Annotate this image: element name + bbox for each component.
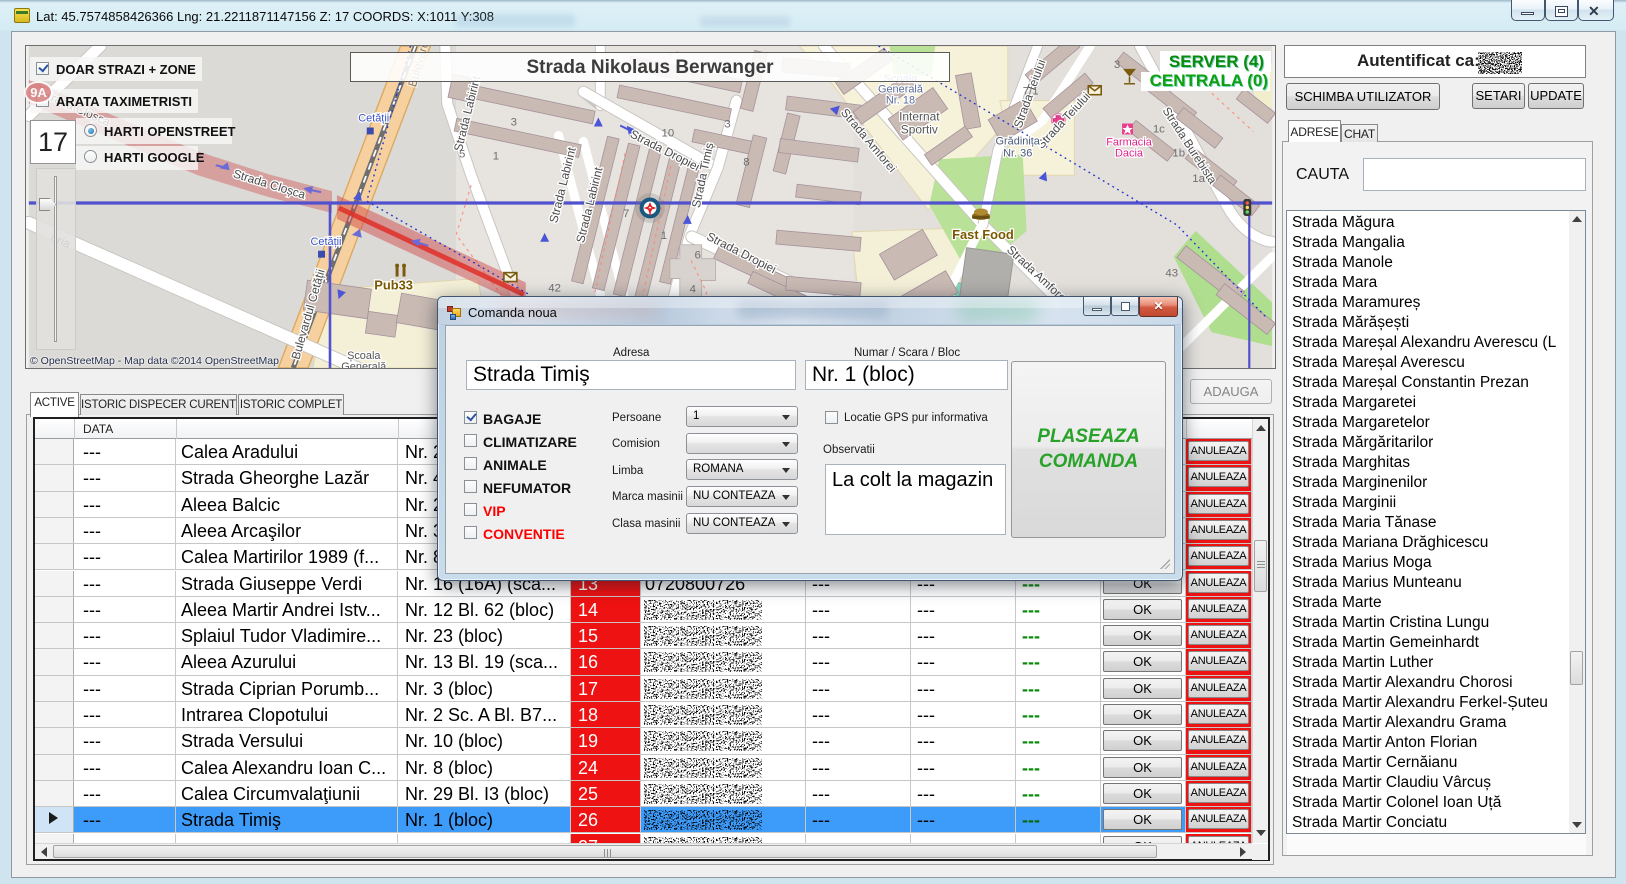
svg-text:7: 7 (623, 208, 629, 220)
svg-text:8: 8 (743, 156, 749, 168)
svg-text:Pub33: Pub33 (374, 277, 413, 292)
svg-text:7/1: 7/1 (1023, 86, 1039, 98)
svg-text:1: 1 (661, 230, 667, 242)
svg-text:4: 4 (690, 283, 697, 295)
svg-text:6: 6 (695, 250, 701, 262)
svg-text:3: 3 (724, 118, 730, 130)
svg-text:Cetății: Cetății (311, 236, 342, 248)
svg-text:3: 3 (1114, 59, 1120, 71)
svg-text:42: 42 (548, 282, 561, 294)
svg-text:Cetății: Cetății (358, 113, 389, 125)
svg-text:Nr. 18: Nr. 18 (886, 95, 915, 107)
svg-text:Dacia: Dacia (1115, 147, 1144, 159)
svg-text:43: 43 (1165, 268, 1178, 280)
svg-text:Sportiv: Sportiv (901, 122, 938, 136)
svg-text:5: 5 (459, 148, 465, 160)
svg-text:Internat: Internat (899, 110, 940, 124)
svg-text:1b: 1b (1172, 147, 1185, 159)
svg-text:1a: 1a (1192, 173, 1205, 185)
svg-text:Grădinița: Grădinița (996, 135, 1041, 147)
svg-text:1: 1 (493, 150, 499, 162)
svg-text:Nr. 36: Nr. 36 (1003, 147, 1032, 159)
svg-text:10: 10 (662, 127, 675, 139)
svg-text:Fast Food: Fast Food (952, 227, 1014, 242)
svg-text:3: 3 (511, 117, 517, 129)
svg-text:1c: 1c (1153, 123, 1165, 135)
svg-text:Generală: Generală (341, 361, 387, 369)
